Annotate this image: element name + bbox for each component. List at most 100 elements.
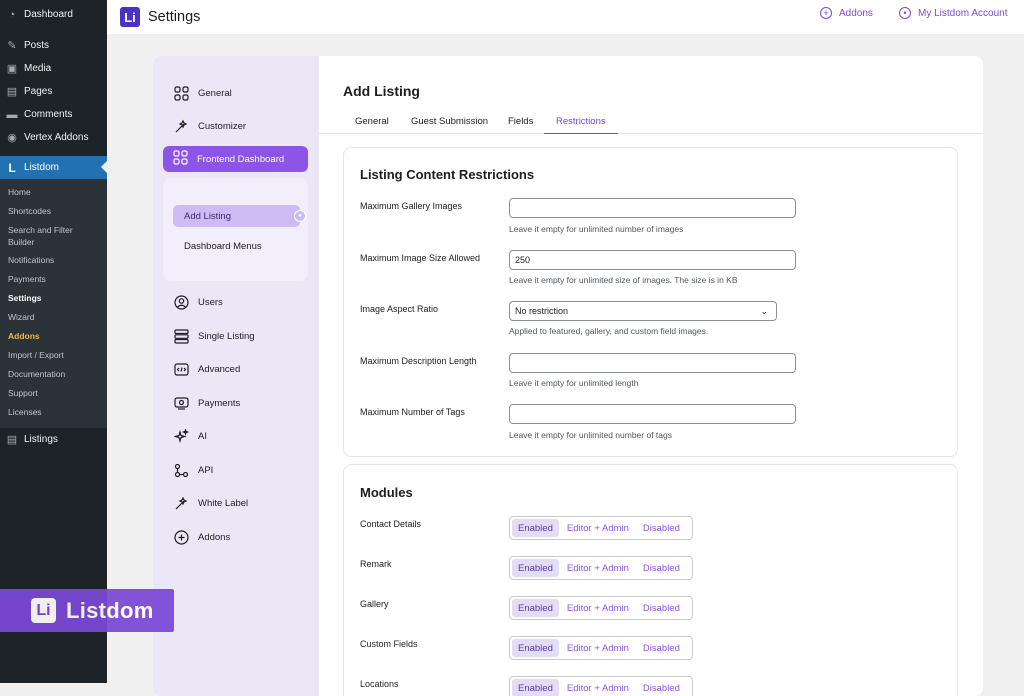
- nav-label: Advanced: [198, 363, 241, 375]
- module-toggle-contact-details: Enabled Editor + Admin Disabled: [509, 516, 693, 540]
- option-disabled[interactable]: Disabled: [637, 679, 686, 696]
- comment-icon: ▬: [6, 108, 18, 121]
- addons-link-label: Addons: [839, 7, 873, 19]
- wp-menu-label: Media: [24, 63, 52, 74]
- wp-submenu-support[interactable]: Support: [0, 384, 107, 403]
- tab-general[interactable]: General: [355, 116, 389, 134]
- field-label: Image Aspect Ratio: [360, 304, 439, 314]
- option-enabled[interactable]: Enabled: [512, 639, 559, 657]
- field-label: Maximum Image Size Allowed: [360, 253, 481, 263]
- wp-submenu-payments[interactable]: Payments: [0, 270, 107, 289]
- tab-bar: General Guest Submission Fields Restrict…: [319, 112, 983, 134]
- option-editor-admin[interactable]: Editor + Admin: [561, 559, 635, 577]
- account-link[interactable]: • My Listdom Account: [899, 7, 1007, 19]
- wp-menu-label: Posts: [24, 40, 50, 51]
- nav-frontend-dashboard[interactable]: Frontend Dashboard: [163, 146, 308, 172]
- option-disabled[interactable]: Disabled: [637, 639, 686, 657]
- nav-label: White Label: [198, 497, 249, 509]
- option-editor-admin[interactable]: Editor + Admin: [561, 679, 635, 696]
- nav-api[interactable]: API: [173, 461, 213, 479]
- subnav-add-listing[interactable]: Add Listing ●: [173, 205, 306, 227]
- plus-circle-icon: +: [820, 7, 832, 19]
- wp-admin-sidebar: ◔ Dashboard ✎ Posts ▣ Media ▤ Pages ▬ Comment…: [0, 0, 107, 683]
- option-editor-admin[interactable]: Editor + Admin: [561, 639, 635, 657]
- wp-menu-listings[interactable]: ▤ Listings: [0, 428, 107, 451]
- wp-submenu-wizard[interactable]: Wizard: [0, 308, 107, 327]
- image-aspect-ratio-select[interactable]: No restriction ⌄: [509, 301, 777, 321]
- field-help: Leave it empty for unlimited number of t…: [509, 430, 672, 440]
- wp-menu-posts[interactable]: ✎ Posts: [0, 34, 107, 57]
- chevron-down-icon: ⌄: [760, 306, 768, 316]
- nav-payments[interactable]: Payments: [173, 394, 240, 412]
- option-editor-admin[interactable]: Editor + Admin: [561, 519, 635, 537]
- field-label: Maximum Gallery Images: [360, 201, 463, 211]
- nav-customizer[interactable]: Customizer: [173, 117, 246, 135]
- listdom-logo: Li: [31, 598, 56, 623]
- module-label: Locations: [360, 679, 399, 689]
- wp-menu-vertex-addons[interactable]: ◉ Vertex Addons: [0, 126, 107, 149]
- subnav-dashboard-menus[interactable]: Dashboard Menus: [184, 241, 262, 252]
- wp-submenu-shortcodes[interactable]: Shortcodes: [0, 202, 107, 221]
- nav-ai[interactable]: AI: [173, 427, 207, 445]
- max-gallery-images-input[interactable]: [509, 198, 796, 218]
- section-title: Add Listing: [343, 83, 420, 99]
- wp-menu-media[interactable]: ▣ Media: [0, 57, 107, 80]
- wp-submenu-import-export[interactable]: Import / Export: [0, 346, 107, 365]
- listdom-logo: Li: [120, 7, 140, 27]
- listdom-brand-overlay: Li Listdom: [0, 589, 174, 632]
- tab-guest-submission[interactable]: Guest Submission: [411, 116, 488, 134]
- module-label: Custom Fields: [360, 639, 418, 649]
- option-disabled[interactable]: Disabled: [637, 559, 686, 577]
- nav-single-listing[interactable]: Single Listing: [173, 327, 255, 345]
- wp-menu-pages[interactable]: ▤ Pages: [0, 80, 107, 103]
- user-circle-icon: •: [899, 7, 911, 19]
- addons-link[interactable]: + Addons: [820, 7, 873, 19]
- wp-submenu-settings[interactable]: Settings: [0, 289, 107, 308]
- wp-submenu-addons[interactable]: Addons: [0, 327, 107, 346]
- page-title: Settings: [148, 9, 201, 25]
- max-number-of-tags-input[interactable]: [509, 404, 796, 424]
- nav-label: Customizer: [198, 120, 247, 132]
- max-image-size-input[interactable]: 250: [509, 250, 796, 270]
- nav-advanced[interactable]: Advanced: [173, 360, 240, 378]
- nav-label: General: [198, 87, 232, 99]
- wp-submenu-notifications[interactable]: Notifications: [0, 251, 107, 270]
- pin-icon: ✎: [7, 40, 17, 52]
- nav-label: API: [198, 464, 214, 476]
- wp-submenu-documentation[interactable]: Documentation: [0, 365, 107, 384]
- tab-restrictions[interactable]: Restrictions: [544, 116, 618, 134]
- sparkles-icon: [173, 428, 189, 444]
- field-label: Maximum Number of Tags: [360, 407, 465, 417]
- nav-label: Single Listing: [198, 330, 255, 342]
- option-disabled[interactable]: Disabled: [637, 599, 686, 617]
- settings-nav: General Customizer Frontend Dashboard Ad…: [153, 56, 319, 696]
- nav-addons[interactable]: Addons: [173, 528, 230, 546]
- payments-icon: [173, 395, 189, 411]
- listings-icon: ▤: [6, 434, 18, 446]
- max-description-length-input[interactable]: [509, 353, 796, 373]
- nav-users[interactable]: Users: [173, 293, 223, 311]
- wp-submenu-home[interactable]: Home: [0, 183, 107, 202]
- top-header: Li Settings + Addons • My Listdom Account: [107, 0, 1024, 34]
- wp-menu-label: Listdom: [24, 162, 60, 173]
- option-enabled[interactable]: Enabled: [512, 559, 559, 577]
- nav-white-label[interactable]: White Label: [173, 494, 248, 512]
- wp-menu-comments[interactable]: ▬ Comments: [0, 103, 107, 126]
- wp-submenu-search-filter-builder[interactable]: Search and Filter Builder: [0, 221, 107, 251]
- option-disabled[interactable]: Disabled: [637, 519, 686, 537]
- tab-fields[interactable]: Fields: [508, 116, 533, 134]
- nav-general[interactable]: General: [173, 84, 232, 102]
- modules-panel: Modules Contact Details Enabled Editor +…: [343, 464, 958, 696]
- wp-submenu-licenses[interactable]: Licenses: [0, 403, 107, 422]
- module-label: Remark: [360, 559, 392, 569]
- option-enabled[interactable]: Enabled: [512, 679, 559, 696]
- option-enabled[interactable]: Enabled: [512, 519, 559, 537]
- restrictions-panel: Listing Content Restrictions Maximum Gal…: [343, 147, 958, 457]
- option-editor-admin[interactable]: Editor + Admin: [561, 599, 635, 617]
- option-enabled[interactable]: Enabled: [512, 599, 559, 617]
- brand-name: Listdom: [66, 597, 154, 623]
- magic-wand-icon: [173, 118, 189, 134]
- listdom-icon: L: [8, 160, 16, 175]
- wp-menu-dashboard[interactable]: ◔ Dashboard: [0, 3, 107, 26]
- wp-menu-listdom[interactable]: L Listdom: [0, 156, 107, 179]
